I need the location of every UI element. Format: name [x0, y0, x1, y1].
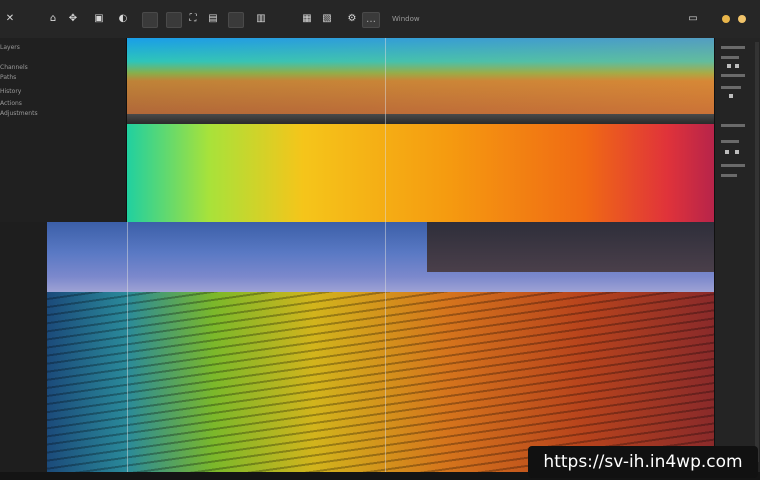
settings-icon[interactable]: ⚙ — [345, 12, 359, 26]
panel-control[interactable] — [721, 164, 745, 167]
panel-icon[interactable] — [735, 150, 739, 154]
panel-control[interactable] — [721, 46, 745, 49]
left-panel-item[interactable]: Paths — [0, 74, 16, 81]
accent-dot-icon[interactable] — [722, 15, 730, 23]
left-panel-item[interactable]: Channels — [0, 64, 28, 71]
right-panel — [714, 38, 760, 472]
options-button[interactable]: … — [362, 12, 380, 28]
panel-control[interactable] — [721, 56, 739, 59]
crop-tool-icon[interactable]: ⛶ — [186, 12, 200, 26]
eyedropper-tool-icon[interactable]: ▧ — [320, 12, 334, 26]
panel-control[interactable] — [721, 74, 745, 77]
eraser-tool-icon[interactable] — [166, 12, 182, 28]
watermark: https://sv-ih.in4wp.com — [528, 446, 758, 478]
panel-icon[interactable] — [727, 64, 731, 68]
selection-tool-icon[interactable]: ▣ — [92, 12, 106, 26]
hand-tool-icon[interactable]: ▦ — [300, 12, 314, 26]
panel-control[interactable] — [721, 174, 737, 177]
brush-tool-icon[interactable] — [142, 12, 158, 28]
home-icon[interactable]: ⌂ — [46, 12, 60, 26]
panel-control[interactable] — [721, 124, 745, 127]
left-panel: Layers Channels Paths History Actions Ad… — [0, 38, 127, 222]
toolbar-label: Window — [392, 15, 420, 23]
text-tool-icon[interactable]: ▤ — [206, 12, 220, 26]
lasso-tool-icon[interactable]: ◐ — [116, 12, 130, 26]
vertical-guide[interactable] — [385, 222, 386, 472]
panel-icon[interactable] — [729, 94, 733, 98]
left-panel-item[interactable]: Adjustments — [0, 110, 38, 117]
shore-area — [427, 222, 714, 272]
gradient-band-top — [127, 38, 714, 116]
left-panel-item[interactable]: History — [0, 88, 21, 95]
sand-texture — [47, 292, 714, 472]
left-panel-item[interactable]: Actions — [0, 100, 22, 107]
horizon-strip — [127, 114, 714, 124]
beach-photo[interactable] — [47, 222, 714, 472]
left-panel-item[interactable]: Layers — [0, 44, 20, 51]
top-toolbar: ✕ ⌂ ✥ ▣ ◐ ⛶ ▤ ▥ ▦ ▧ ⚙ … Window ▭ — [0, 0, 760, 39]
panel-icon[interactable] — [725, 150, 729, 154]
left-strip — [0, 222, 48, 472]
vertical-guide[interactable] — [127, 222, 128, 472]
accent-dot-icon-2[interactable] — [738, 15, 746, 23]
shape-tool-icon[interactable] — [228, 12, 244, 28]
minimize-icon[interactable]: ▭ — [686, 12, 700, 26]
zoom-tool-icon[interactable]: ▥ — [254, 12, 268, 26]
move-tool-icon[interactable]: ✥ — [66, 12, 80, 26]
close-icon[interactable]: ✕ — [3, 12, 17, 26]
panel-control[interactable] — [721, 86, 741, 89]
panel-icon[interactable] — [735, 64, 739, 68]
panel-control[interactable] — [721, 140, 739, 143]
gradient-band-middle — [127, 124, 714, 222]
right-panel-scrollbar[interactable] — [755, 42, 759, 462]
